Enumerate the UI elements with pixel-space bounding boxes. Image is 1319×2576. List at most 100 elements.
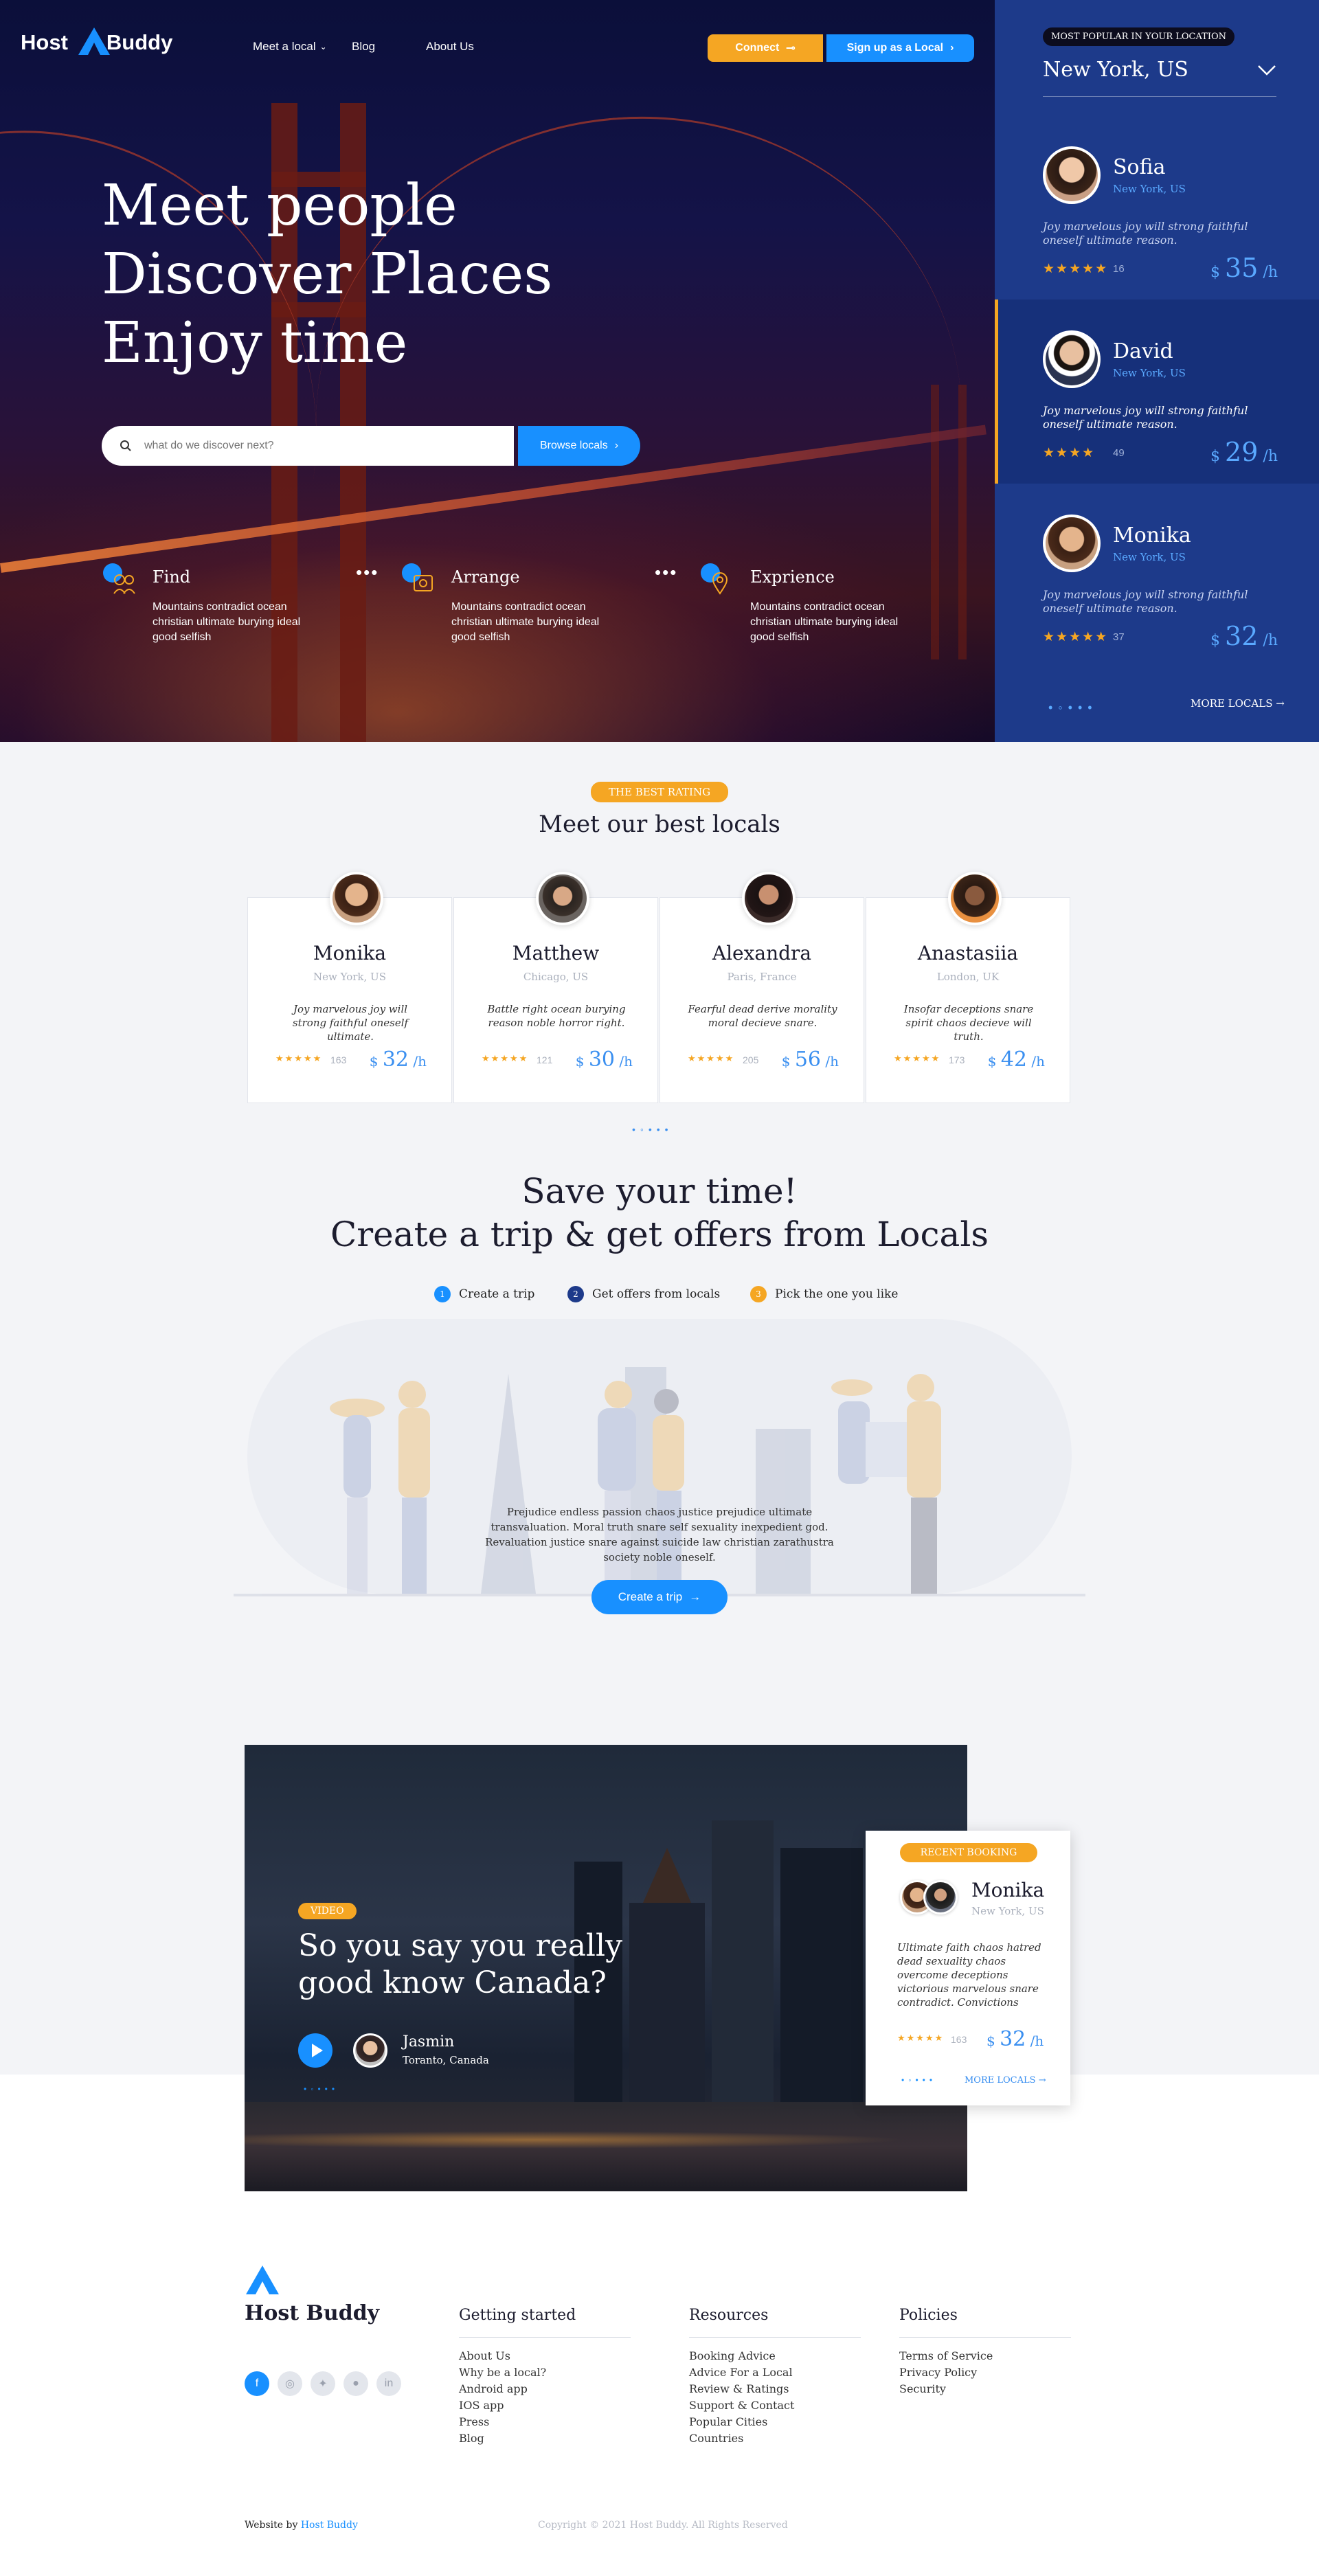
- presenter-avatar: [353, 2033, 387, 2068]
- card-name: Anastasiia: [917, 942, 1019, 964]
- best-card-alexandra[interactable]: Alexandra Paris, France Fearful dead der…: [660, 872, 864, 1103]
- footer-link[interactable]: Press: [459, 2414, 546, 2430]
- signup-local-button[interactable]: Sign up as a Local ›: [826, 34, 974, 62]
- browse-label: Browse locals: [539, 440, 608, 451]
- footer-link[interactable]: Security: [899, 2381, 993, 2397]
- more-label: MORE LOCALS: [965, 2075, 1036, 2086]
- rating-stars: ★★★★★: [275, 1053, 323, 1063]
- footer-link[interactable]: Review & Ratings: [689, 2381, 794, 2397]
- more-label: MORE LOCALS: [1191, 697, 1273, 710]
- chevron-down-icon: ⌄: [319, 42, 327, 52]
- search-input[interactable]: [144, 440, 460, 452]
- logo-text-left: Host: [21, 30, 68, 54]
- footer-link[interactable]: Terms of Service: [899, 2348, 993, 2364]
- footer-link[interactable]: Android app: [459, 2381, 546, 2397]
- twitter-icon[interactable]: ✦: [311, 2371, 335, 2396]
- best-card-matthew[interactable]: Matthew Chicago, US Battle right ocean b…: [453, 872, 658, 1103]
- local-card-sofia[interactable]: Sofia New York, US Joy marvelous joy wil…: [995, 115, 1319, 300]
- footer-link[interactable]: Support & Contact: [689, 2397, 794, 2414]
- facebook-icon[interactable]: f: [245, 2371, 269, 2396]
- search-icon: [120, 440, 131, 451]
- building: [712, 1820, 774, 2109]
- city-label: New York, US: [1043, 58, 1188, 82]
- footer-link[interactable]: Blog: [459, 2430, 546, 2447]
- footer-links-policies: Terms of Service Privacy Policy Security: [899, 2348, 993, 2397]
- chevron-right-icon: ›: [614, 440, 619, 451]
- nav-blog[interactable]: Blog: [352, 40, 375, 54]
- price-unit: /h: [619, 1053, 633, 1070]
- video-carousel-dots[interactable]: •◦•••: [304, 2084, 339, 2094]
- rating-stars: ★★★★★: [688, 1053, 735, 1063]
- local-card-monika[interactable]: Monika New York, US Joy marvelous joy wi…: [995, 484, 1319, 668]
- video-section[interactable]: VIDEO So you say you really good know Ca…: [245, 1745, 967, 2191]
- card-location: Paris, France: [727, 971, 797, 983]
- price-unit: /h: [825, 1053, 839, 1070]
- avatar: [948, 872, 1002, 925]
- footer-link[interactable]: Why be a local?: [459, 2364, 546, 2381]
- footer-link[interactable]: About Us: [459, 2348, 546, 2364]
- footer-col-title: Policies: [899, 2307, 958, 2324]
- connect-button[interactable]: Connect ⊸: [708, 34, 823, 62]
- best-card-monika[interactable]: Monika New York, US Joy marvelous joy wi…: [247, 872, 452, 1103]
- feature-title: Arrange: [451, 567, 520, 587]
- footer-link[interactable]: Privacy Policy: [899, 2364, 993, 2381]
- footer-link[interactable]: Popular Cities: [689, 2414, 794, 2430]
- booking-carousel-dots[interactable]: •◦•••: [901, 2075, 936, 2085]
- create-trip-button[interactable]: Create a trip →: [591, 1580, 728, 1614]
- play-button[interactable]: [298, 2033, 332, 2068]
- step-2: 2 Get offers from locals: [567, 1286, 720, 1302]
- nav-meet-local[interactable]: Meet a local ⌄: [253, 40, 327, 54]
- price-value: 29: [1225, 437, 1259, 467]
- best-card-anastasiia[interactable]: Anastasiia London, UK Insofar deceptions…: [866, 872, 1070, 1103]
- hero-line-2: Discover Places: [102, 242, 553, 307]
- booking-name: Monika: [971, 1879, 1045, 1901]
- price-value: 32: [1000, 2027, 1026, 2051]
- carousel-dots[interactable]: •◦•••: [1048, 701, 1098, 715]
- more-locals-link[interactable]: MORE LOCALS →: [1191, 697, 1285, 710]
- local-location: New York, US: [1113, 367, 1186, 379]
- building: [629, 1903, 705, 2109]
- footer-link[interactable]: Booking Advice: [689, 2348, 794, 2364]
- card-price: $ 32 /h: [370, 1048, 427, 1072]
- feature-desc: Mountains contradict ocean christian ult…: [750, 601, 899, 643]
- carousel-dots[interactable]: •◦•••: [632, 1124, 673, 1135]
- building-spire: [643, 1848, 691, 1903]
- credit-link[interactable]: Host Buddy: [301, 2520, 358, 2531]
- nav-about[interactable]: About Us: [426, 40, 474, 54]
- rating-stars: ★★★★: [1043, 446, 1096, 460]
- review-count: 16: [1113, 263, 1125, 275]
- save-title: Save your time!: [521, 1171, 798, 1211]
- booking-quote: Ultimate faith chaos hatred dead sexuali…: [897, 1941, 1041, 2009]
- video-title-line-2: good know Canada?: [298, 1965, 607, 2000]
- save-subtitle: Create a trip & get offers from Locals: [330, 1214, 989, 1254]
- avatar: [330, 872, 383, 925]
- currency: $: [369, 1053, 379, 1070]
- city-selector[interactable]: New York, US: [1043, 58, 1276, 82]
- credit-text: Website by: [245, 2520, 298, 2531]
- local-quote: Joy marvelous joy will strong faithful o…: [1043, 588, 1248, 615]
- street-lights: [245, 2129, 967, 2150]
- divider: [689, 2337, 861, 2338]
- avatar: [536, 872, 589, 925]
- dots-separator: •••: [356, 562, 379, 583]
- feature-desc: Mountains contradict ocean christian ult…: [153, 601, 301, 643]
- flickr-icon[interactable]: ●: [343, 2371, 368, 2396]
- card-quote: Insofar deceptions snare spirit chaos de…: [903, 1003, 1034, 1043]
- footer-link[interactable]: Advice For a Local: [689, 2364, 794, 2381]
- card-location: New York, US: [313, 971, 386, 983]
- instagram-icon[interactable]: ◎: [278, 2371, 302, 2396]
- local-card-david[interactable]: David New York, US Joy marvelous joy wil…: [995, 300, 1319, 484]
- footer-link[interactable]: Countries: [689, 2430, 794, 2447]
- more-locals-link[interactable]: MORE LOCALS →: [965, 2075, 1046, 2086]
- footer-link[interactable]: IOS app: [459, 2397, 546, 2414]
- step-label: Pick the one you like: [775, 1287, 899, 1301]
- recent-booking-card[interactable]: RECENT BOOKING Monika New York, US Ultim…: [866, 1831, 1070, 2105]
- review-count: 163: [951, 2034, 967, 2045]
- rating-stars: ★★★★★: [897, 2033, 945, 2043]
- hero-line-3: Enjoy time: [102, 310, 408, 376]
- browse-locals-button[interactable]: Browse locals ›: [518, 426, 640, 466]
- step-number: 2: [567, 1286, 584, 1302]
- linkedin-icon[interactable]: in: [376, 2371, 401, 2396]
- avatar: [1043, 515, 1101, 572]
- local-quote: Joy marvelous joy will strong faithful o…: [1043, 404, 1248, 431]
